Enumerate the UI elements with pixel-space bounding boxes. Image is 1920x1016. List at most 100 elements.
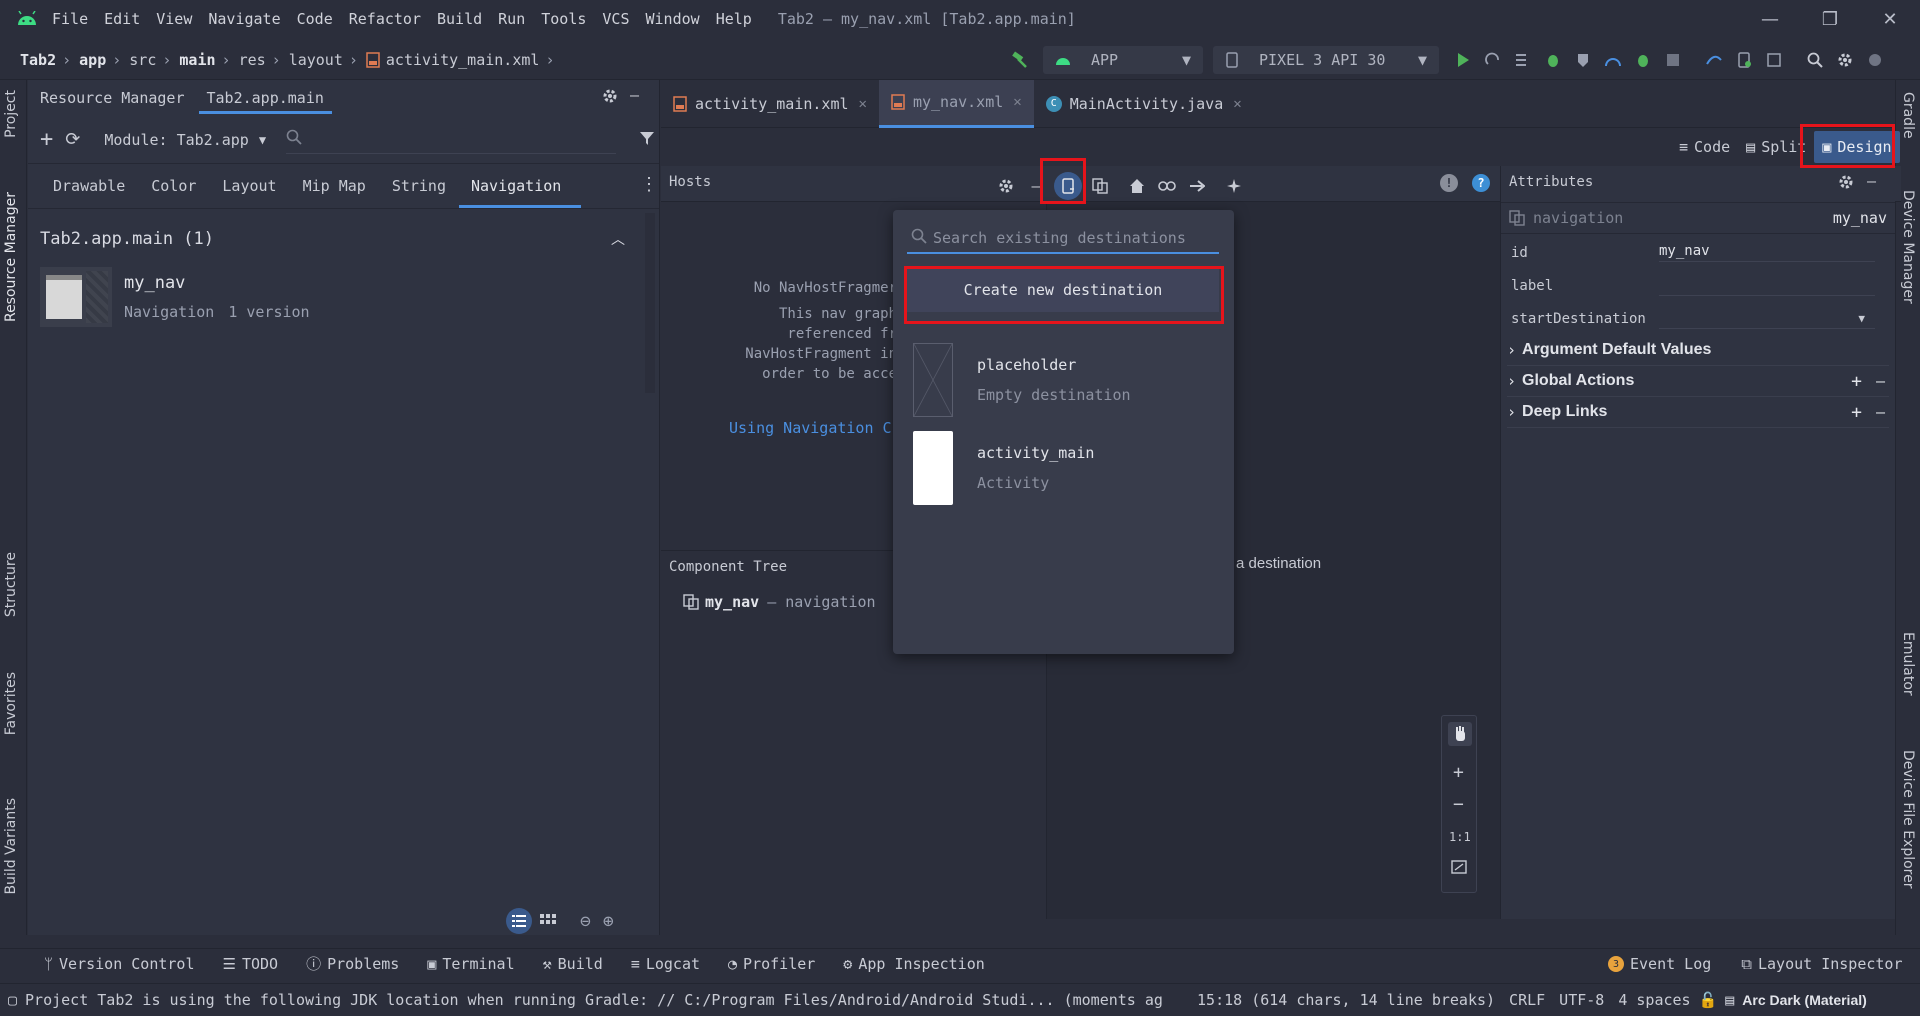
settings-icon[interactable]	[1833, 48, 1857, 72]
indent-setting[interactable]: 4 spaces	[1618, 991, 1690, 1009]
list-view-icon[interactable]	[506, 908, 532, 934]
zoom-out-icon[interactable]: −	[1453, 794, 1464, 815]
remove-icon[interactable]: —	[1876, 372, 1885, 390]
code-mode-button[interactable]: ≡ Code	[1671, 131, 1738, 163]
gear-icon[interactable]	[602, 88, 618, 104]
close-tab-icon[interactable]: ✕	[1233, 96, 1241, 112]
menu-code[interactable]: Code	[297, 10, 333, 28]
menu-refactor[interactable]: Refactor	[349, 10, 421, 28]
tab-activity-main-xml[interactable]: activity_main.xml ✕	[661, 80, 879, 128]
section-deep-links[interactable]: › Deep Links + —	[1507, 397, 1889, 428]
breadcrumb-app[interactable]: app	[79, 51, 106, 69]
tab-navigation[interactable]: Navigation	[459, 165, 582, 208]
device-manager-icon[interactable]	[1732, 48, 1756, 72]
minimize-icon[interactable]: —	[1740, 9, 1800, 30]
hammer-icon[interactable]	[1008, 48, 1032, 72]
gradle-tool-button[interactable]: Gradle	[1900, 92, 1916, 139]
device-manager-tool-button[interactable]: Device Manager	[1900, 190, 1916, 304]
memory-icon[interactable]: ▤	[1725, 991, 1734, 1009]
arrow-right-icon[interactable]	[1185, 174, 1209, 198]
app-inspection-tool[interactable]: ⚙ App Inspection	[843, 955, 984, 973]
tab-my-nav-xml[interactable]: my_nav.xml ✕	[878, 79, 1034, 128]
project-tool-button[interactable]: Project	[3, 90, 19, 138]
apply-changes-icon[interactable]	[1481, 48, 1505, 72]
pan-hand-icon[interactable]	[1448, 722, 1472, 746]
module-dropdown[interactable]: Module: Tab2.app ▼	[104, 131, 266, 149]
terminal-tool[interactable]: ▣ Terminal	[427, 955, 514, 973]
breadcrumb-res[interactable]: res	[239, 51, 266, 69]
navigation-docs-link[interactable]: Using Navigation C	[729, 419, 892, 437]
more-options-icon[interactable]: ⋮	[640, 174, 658, 195]
breadcrumb-src[interactable]: src	[129, 51, 156, 69]
build-tool[interactable]: ⚒ Build	[543, 955, 603, 973]
assistant-icon[interactable]	[1863, 48, 1887, 72]
tab-string[interactable]: String	[379, 165, 459, 208]
emulator-tool-button[interactable]: Emulator	[1900, 632, 1916, 696]
profiler-tool[interactable]: ◔ Profiler	[728, 955, 815, 973]
attach-debugger-icon[interactable]	[1631, 48, 1655, 72]
zoom-in-icon[interactable]: ⊕	[603, 911, 614, 932]
tab-resource-manager[interactable]: Resource Manager	[32, 82, 193, 114]
theme-name[interactable]: Arc Dark (Material)	[1742, 992, 1867, 1008]
breadcrumb-layout[interactable]: layout	[289, 51, 343, 69]
warning-icon[interactable]: !	[1440, 174, 1458, 192]
restore-icon[interactable]: ❐	[1800, 9, 1860, 30]
zoom-fit-icon[interactable]	[1451, 860, 1467, 878]
breadcrumb-main[interactable]: main	[179, 51, 215, 69]
logcat-tool[interactable]: ≡ Logcat	[631, 955, 700, 973]
debug-icon[interactable]	[1541, 48, 1565, 72]
resource-search-input[interactable]	[286, 126, 617, 154]
attribute-id-field[interactable]: my_nav	[1659, 243, 1875, 262]
status-message[interactable]: Project Tab2 is using the following JDK …	[25, 991, 1177, 1009]
menu-edit[interactable]: Edit	[104, 10, 140, 28]
menu-file[interactable]: File	[52, 10, 88, 28]
menu-tools[interactable]: Tools	[541, 10, 586, 28]
menu-run[interactable]: Run	[498, 10, 525, 28]
zoom-actual-size[interactable]: 1:1	[1449, 830, 1471, 844]
profile-icon[interactable]	[1601, 48, 1625, 72]
line-separator[interactable]: CRLF	[1509, 991, 1545, 1009]
structure-tool-button[interactable]: Structure	[3, 552, 19, 617]
destination-item-placeholder[interactable]: placeholder Empty destination	[913, 343, 1213, 417]
tree-item-my-nav[interactable]: my_nav – navigation	[683, 593, 876, 611]
lock-icon[interactable]: 🔓	[1699, 991, 1718, 1009]
section-argument-default-values[interactable]: › Argument Default Values	[1507, 335, 1889, 366]
start-destination-dropdown[interactable]: ▼	[1659, 309, 1875, 329]
attribute-label-field[interactable]	[1659, 276, 1875, 296]
refresh-icon[interactable]: ⟳	[65, 129, 80, 150]
nested-graph-icon[interactable]	[1088, 174, 1112, 198]
auto-arrange-icon[interactable]	[1222, 174, 1246, 198]
problems-tool[interactable]: ⓘ Problems	[306, 953, 399, 974]
close-tab-icon[interactable]: ✕	[859, 96, 867, 112]
add-icon[interactable]: +	[1851, 402, 1862, 423]
add-icon[interactable]: +	[40, 127, 53, 152]
section-global-actions[interactable]: › Global Actions + —	[1507, 366, 1889, 397]
gear-icon[interactable]	[1838, 174, 1854, 194]
tab-color[interactable]: Color	[138, 165, 209, 208]
tab-mip-map[interactable]: Mip Map	[290, 165, 379, 208]
event-log-tool[interactable]: Event Log	[1630, 955, 1711, 973]
grid-view-icon[interactable]	[540, 914, 556, 928]
group-header[interactable]: Tab2.app.main (1) ︿	[40, 229, 659, 249]
menu-build[interactable]: Build	[437, 10, 482, 28]
apply-code-changes-icon[interactable]	[1511, 48, 1535, 72]
stop-icon[interactable]	[1661, 48, 1685, 72]
caret-position[interactable]: 15:18 (614 chars, 14 line breaks)	[1197, 991, 1495, 1009]
chevron-up-icon[interactable]: ︿	[611, 229, 625, 249]
menu-window[interactable]: Window	[646, 10, 700, 28]
destination-search-input[interactable]: Search existing destinations	[907, 224, 1219, 254]
version-control-tool[interactable]: ᛘ Version Control	[44, 955, 194, 973]
search-icon[interactable]	[1803, 48, 1827, 72]
sdk-manager-icon[interactable]	[1762, 48, 1786, 72]
resource-manager-tool-button[interactable]: Resource Manager	[3, 192, 19, 322]
link-icon[interactable]	[1155, 174, 1179, 198]
device-file-explorer-tool-button[interactable]: Device File Explorer	[1900, 750, 1916, 889]
menu-vcs[interactable]: VCS	[602, 10, 629, 28]
menu-navigate[interactable]: Navigate	[208, 10, 280, 28]
favorites-tool-button[interactable]: Favorites	[3, 672, 19, 735]
tab-tab2-app-main[interactable]: Tab2.app.main	[198, 82, 332, 114]
run-config-dropdown[interactable]: APP ▼	[1043, 46, 1203, 74]
zoom-in-icon[interactable]: +	[1453, 762, 1464, 783]
gear-icon[interactable]	[994, 174, 1018, 198]
file-encoding[interactable]: UTF-8	[1559, 991, 1604, 1009]
